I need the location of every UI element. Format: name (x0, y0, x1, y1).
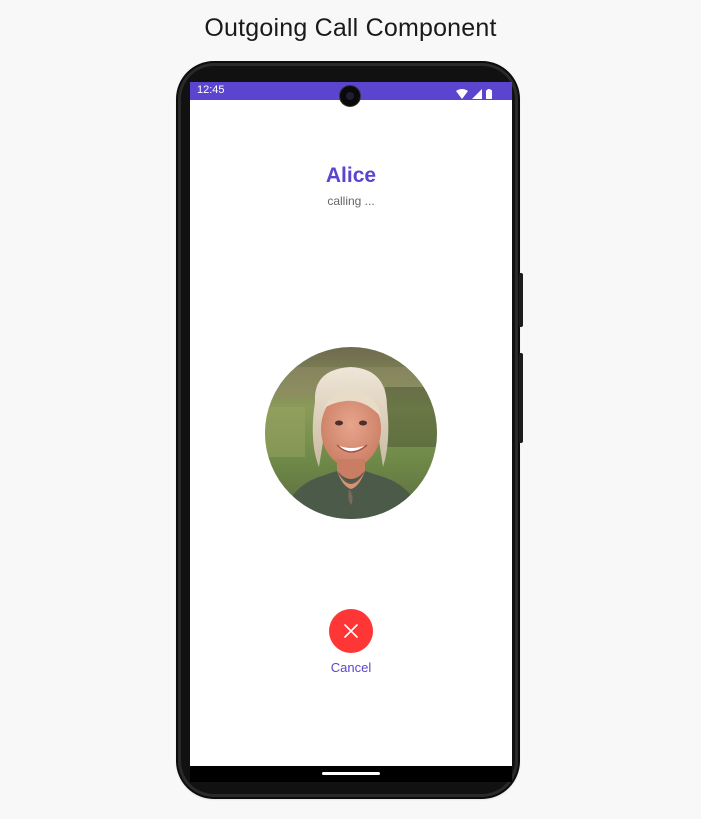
camera-lens (346, 92, 354, 100)
cancel-label[interactable]: Cancel (190, 660, 512, 675)
cancel-call-button[interactable] (329, 609, 373, 653)
status-icons (456, 86, 492, 104)
volume-button (519, 353, 523, 443)
cellular-signal-icon (472, 86, 482, 104)
phone-frame: 12:45 Alice calling ... Cancel (178, 63, 523, 797)
page-title: Outgoing Call Component (204, 14, 497, 42)
home-handle[interactable] (322, 772, 380, 775)
battery-icon (486, 86, 492, 104)
wifi-icon (456, 86, 468, 104)
status-time: 12:45 (197, 84, 225, 96)
caller-avatar (265, 347, 437, 519)
phone-screen: 12:45 Alice calling ... Cancel (190, 82, 512, 782)
avatar-photo (265, 347, 437, 519)
front-camera (340, 86, 360, 106)
call-status: calling ... (327, 194, 375, 208)
power-button (519, 273, 523, 327)
close-icon (344, 624, 358, 638)
caller-name: Alice (325, 164, 377, 187)
navigation-bar (190, 766, 512, 782)
